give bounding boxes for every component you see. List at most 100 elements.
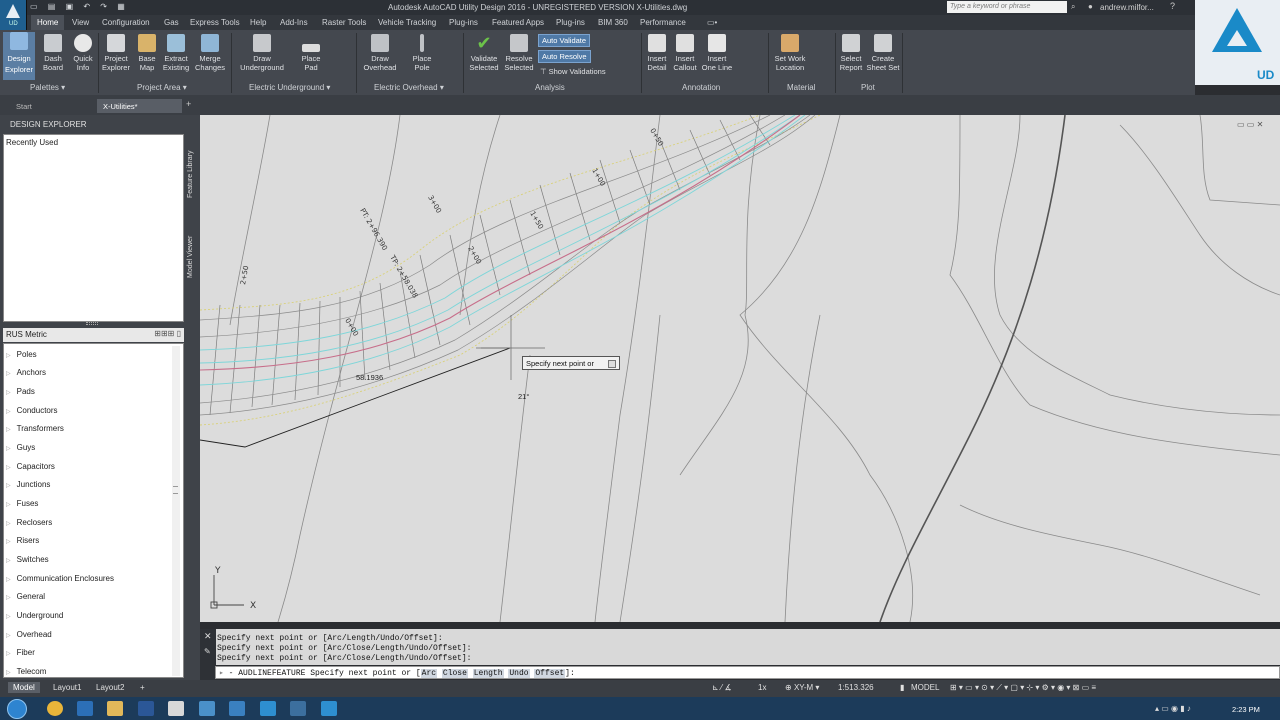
system-tray[interactable]: ▴ ▭ ◉ ▮ ♪ (1155, 704, 1191, 713)
list-item[interactable]: ▷ Pads (6, 387, 35, 396)
drawing-scale[interactable]: 1:513.326 (838, 683, 874, 692)
tab-layout2[interactable]: Layout2 (91, 682, 129, 693)
list-item[interactable]: ▷ Reclosers (6, 518, 52, 527)
file-icon[interactable] (168, 701, 184, 716)
tab-bim-360[interactable]: BIM 360 (598, 18, 628, 27)
panel-palettes[interactable]: Palettes ▾ (30, 83, 65, 92)
autocad-icon[interactable] (321, 701, 337, 716)
auto-validate-toggle[interactable]: Auto Validate (538, 34, 591, 47)
tab-vehicle-tracking[interactable]: Vehicle Tracking (378, 18, 436, 27)
tab-view[interactable]: View (72, 18, 89, 27)
list-item[interactable]: ▷ Underground (6, 611, 63, 620)
word-icon[interactable] (138, 701, 154, 716)
drawing-canvas[interactable]: 2+50 3+00 PT: 2+96.390 TP: 2+58.038 2+00… (200, 115, 1280, 622)
quick-access-toolbar[interactable]: ▭ ▤ ▣ ↶ ↷ ▦ (30, 2, 129, 11)
autocad-icon[interactable] (260, 701, 276, 716)
model-space-toggle[interactable]: MODEL (911, 683, 939, 692)
project-explorer-button[interactable]: Project Explorer (100, 34, 132, 72)
tab-gas[interactable]: Gas (164, 18, 179, 27)
status-icons[interactable]: ⊞ ▾ ▭ ▾ ⊙ ▾ ⟋ ▾ ▢ ▾ ⊹ ▾ ⚙ ▾ ◉ ▾ ⊠ ▭ ≡ (950, 683, 1096, 693)
chrome-icon[interactable] (47, 701, 63, 716)
insert-callout-button[interactable]: Insert Callout (671, 34, 699, 72)
insert-one-line-button[interactable]: Insert One Line (700, 34, 734, 72)
extract-existing-button[interactable]: Extract Existing (161, 34, 191, 72)
wrench-icon[interactable]: ✎ (204, 647, 211, 656)
option-offset[interactable]: Offset (534, 669, 566, 678)
panel-electric-underground[interactable]: Electric Underground ▾ (249, 83, 330, 92)
tab-feature-library[interactable]: Feature Library (187, 151, 194, 198)
tab-raster-tools[interactable]: Raster Tools (322, 18, 366, 27)
insert-detail-button[interactable]: Insert Detail (644, 34, 670, 72)
tab-add-ins[interactable]: Add-Ins (280, 18, 308, 27)
option-length[interactable]: Length (472, 669, 504, 678)
close-icon[interactable]: ✕ (204, 631, 212, 642)
show-validations-button[interactable]: ⊤ Show Validations (540, 67, 606, 76)
dashboard-button[interactable]: Dash Board (39, 34, 67, 72)
base-map-button[interactable]: Base Map (135, 34, 159, 72)
list-item[interactable]: ▷ Capacitors (6, 462, 55, 471)
tab-performance[interactable]: Performance (640, 18, 686, 27)
help-icon[interactable]: ? (1170, 1, 1175, 11)
command-input[interactable]: ▸ - AUDLINEFEATURE Specify next point or… (215, 666, 1280, 679)
list-item[interactable]: ▷ Telecom (6, 667, 46, 676)
ribbon-options-icon[interactable]: ▭• (707, 18, 717, 27)
add-layout-button[interactable]: + (135, 682, 150, 693)
search-input[interactable]: Type a keyword or phrase (947, 1, 1067, 13)
design-explorer-button[interactable]: Design Explorer (3, 32, 35, 80)
tab-plug-ins[interactable]: Plug-ins (449, 18, 478, 27)
merge-changes-button[interactable]: Merge Changes (193, 34, 227, 72)
select-report-button[interactable]: Select Report (837, 34, 865, 72)
folder-icon[interactable] (107, 701, 123, 716)
tab-help[interactable]: Help (250, 18, 266, 27)
tab-model-viewer[interactable]: Model Viewer (187, 236, 194, 278)
tab-configuration[interactable]: Configuration (102, 18, 150, 27)
options-icon[interactable] (607, 360, 616, 369)
list-item[interactable]: ▷ Guys (6, 443, 35, 452)
place-pole-button[interactable]: Place Pole (408, 34, 436, 72)
set-work-location-button[interactable]: Set Work Location (772, 34, 808, 72)
settings-icon[interactable] (229, 701, 245, 716)
new-tab-button[interactable]: + (186, 99, 191, 109)
tab-x-utilities[interactable]: X-Utilities* (97, 99, 182, 113)
list-item[interactable]: ▷ General (6, 592, 45, 601)
list-item[interactable]: ▷ Poles (6, 350, 37, 359)
application-menu-button[interactable]: UD (0, 0, 27, 30)
option-undo[interactable]: Undo (508, 669, 530, 678)
option-close[interactable]: Close (441, 669, 468, 678)
panel-electric-overhead[interactable]: Electric Overhead ▾ (374, 83, 444, 92)
ucs-selector[interactable]: ⊕ XY-M ▾ (785, 683, 819, 692)
draw-overhead-button[interactable]: Draw Overhead (360, 34, 400, 72)
tab-featured-apps[interactable]: Featured Apps (492, 18, 544, 27)
scrollbar[interactable] (172, 346, 180, 676)
tab-plug-ins-2[interactable]: Plug-ins (556, 18, 585, 27)
quick-info-button[interactable]: Quick Info (70, 34, 96, 72)
list-item[interactable]: ▷ Junctions (6, 480, 50, 489)
recently-used-panel[interactable] (3, 134, 184, 322)
tab-layout1[interactable]: Layout1 (48, 682, 86, 693)
list-item[interactable]: ▷ Risers (6, 536, 39, 545)
list-item[interactable]: ▷ Switches (6, 555, 49, 564)
resolve-selected-button[interactable]: Resolve Selected (502, 34, 536, 72)
viewport-controls[interactable]: ▭ ▭ ✕ (1237, 120, 1263, 129)
status-tools-icon[interactable]: ⊾ ⁄ ∡ (712, 683, 732, 692)
validate-selected-button[interactable]: ✔ Validate Selected (467, 34, 501, 72)
list-item[interactable]: ▷ Anchors (6, 368, 46, 377)
list-item[interactable]: ▷ Fiber (6, 648, 35, 657)
c-icon[interactable] (290, 701, 306, 716)
list-item[interactable]: ▷ Fuses (6, 499, 38, 508)
draw-underground-button[interactable]: Draw Underground (236, 34, 288, 72)
create-sheet-set-button[interactable]: Create Sheet Set (866, 34, 900, 72)
outlook-icon[interactable] (77, 701, 93, 716)
user-name[interactable]: andrew.milfor... (1100, 3, 1154, 12)
tab-model[interactable]: Model (8, 682, 40, 693)
tab-start[interactable]: Start (10, 99, 95, 113)
splitter-handle[interactable] (86, 322, 98, 325)
panel-project-area[interactable]: Project Area ▾ (137, 83, 187, 92)
start-button[interactable] (7, 699, 27, 719)
auto-resolve-toggle[interactable]: Auto Resolve (538, 50, 591, 63)
user-icon[interactable]: ● (1088, 2, 1093, 11)
binoculars-icon[interactable]: ⌕ (1071, 2, 1075, 12)
option-arc[interactable]: Arc (420, 669, 438, 678)
tab-express-tools[interactable]: Express Tools (190, 18, 240, 27)
list-item[interactable]: ▷ Overhead (6, 630, 52, 639)
